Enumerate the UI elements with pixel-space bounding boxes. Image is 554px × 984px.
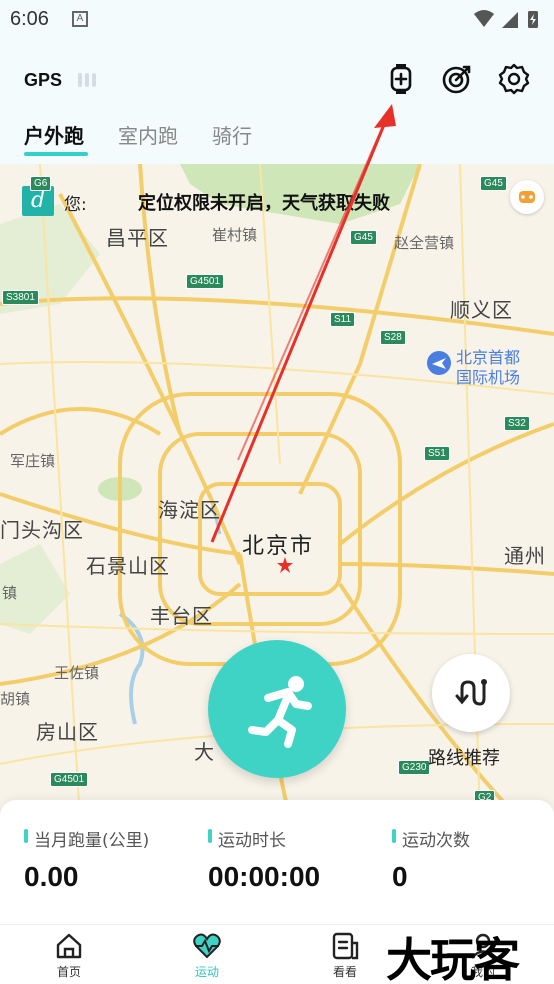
map-place: 石景山区 [86, 554, 170, 578]
reading-icon [332, 932, 359, 960]
weather-message: 定位权限未开启，天气获取失败 [138, 193, 390, 214]
map-place: 镇 [2, 584, 18, 602]
road-shield: G45 [350, 230, 377, 245]
nav-item-browse[interactable]: 看看 [300, 931, 390, 980]
road-shield: S11 [330, 312, 356, 327]
map-place: 通州 [504, 544, 546, 568]
status-time: 6:06 [10, 8, 49, 30]
map-place: 胡镇 [0, 690, 31, 708]
map-place: 国际机场 [456, 368, 521, 387]
status-indicators-icon [474, 10, 538, 28]
road-shield: G6 [30, 176, 52, 191]
map-place: 顺义区 [450, 298, 513, 322]
map-place: 崔村镇 [212, 226, 258, 244]
road-shield: S32 [504, 416, 530, 431]
road-shield: G45 [480, 176, 507, 191]
road-shield: G230 [398, 760, 431, 775]
status-bar: 6:06 A [0, 0, 554, 40]
map-place: 王佐镇 [54, 664, 100, 682]
road-shield: S28 [380, 330, 406, 345]
stat-value: 0 [392, 861, 408, 892]
gps-label: GPS [24, 70, 63, 90]
stat-label: 运动时长 [208, 826, 320, 851]
nav-item-sport[interactable]: 运动 [162, 931, 252, 980]
nav-label: 我的 [470, 965, 495, 979]
weather-prefix: 您: [64, 195, 87, 215]
nav-label: 看看 [332, 965, 357, 979]
map-place: 丰台区 [150, 604, 213, 628]
profile-icon [471, 933, 495, 959]
nav-label: 运动 [194, 965, 219, 979]
gps-signal-icon [78, 72, 102, 88]
header: GPS 户外跑 室内跑 骑行 [0, 40, 554, 164]
road-shield: G4501 [186, 274, 225, 289]
gear-icon[interactable] [497, 62, 531, 96]
home-icon [56, 933, 82, 959]
weather-bar: d 您: 定位权限未开启，天气获取失败 [22, 184, 472, 218]
map-place: 房山区 [36, 720, 99, 744]
map-place: 军庄镇 [10, 452, 56, 470]
nav-label: 首页 [56, 965, 81, 979]
tab-cycling[interactable]: 骑行 [212, 120, 252, 149]
map-place: 昌平区 [106, 226, 169, 250]
tab-indoor-run[interactable]: 室内跑 [118, 120, 178, 149]
active-tab-indicator [24, 152, 88, 156]
nav-item-home[interactable]: 首页 [24, 931, 114, 980]
route-recommend-label: 路线推荐 [428, 748, 500, 769]
stat-value: 0.00 [24, 861, 79, 892]
route-recommend-button[interactable] [432, 654, 510, 732]
airport-icon [427, 351, 451, 375]
stat-value: 00:00:00 [208, 861, 321, 892]
nav-item-profile[interactable]: 我的 [438, 931, 528, 980]
bottom-nav: 首页 运动 看看 我的 [0, 924, 554, 984]
road-shield: S3801 [2, 290, 39, 305]
notification-icon: A [72, 11, 88, 27]
map-badge-icon[interactable] [510, 180, 544, 214]
map-place: 海淀区 [158, 498, 221, 522]
heartbeat-icon [193, 933, 221, 959]
map-place: 门头沟区 [0, 518, 84, 542]
road-shield: S51 [424, 446, 450, 461]
tab-outdoor-run[interactable]: 户外跑 [24, 120, 84, 149]
target-icon[interactable] [440, 62, 474, 96]
stat-count: 运动次数 0 [392, 826, 470, 893]
sport-tabs: 户外跑 室内跑 骑行 [24, 120, 324, 156]
start-run-button[interactable] [208, 640, 346, 778]
road-shield: G4501 [50, 772, 89, 787]
stat-duration: 运动时长 00:00:00 [208, 826, 320, 893]
stats-panel: 当月跑量(公里) 0.00 运动时长 00:00:00 运动次数 0 [0, 800, 554, 924]
running-man-icon [248, 676, 312, 748]
capital-star-icon [277, 557, 293, 573]
stat-label: 当月跑量(公里) [24, 826, 149, 851]
stat-label: 运动次数 [392, 826, 470, 851]
map-place: 赵全营镇 [394, 234, 455, 252]
add-watch-icon[interactable] [384, 62, 418, 96]
route-icon [455, 679, 487, 706]
stat-monthly-distance: 当月跑量(公里) 0.00 [24, 826, 149, 893]
